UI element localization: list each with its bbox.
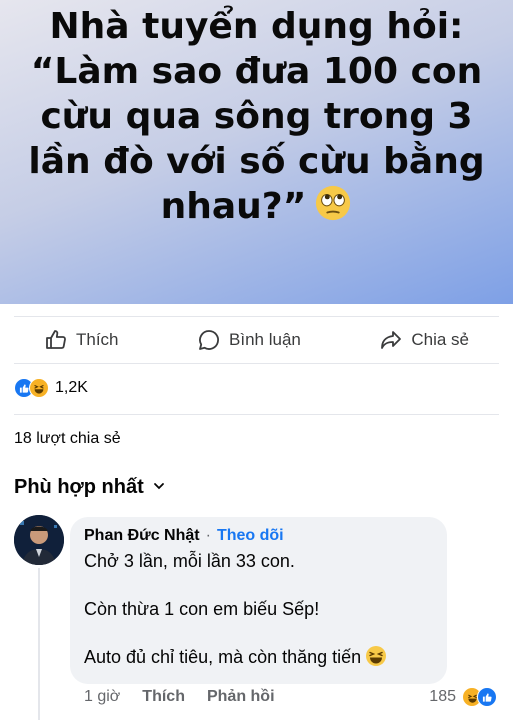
reaction-icons [14,378,49,398]
post-action-bar: Thích Bình luận Chia sẻ [14,316,499,364]
comment-button[interactable]: Bình luận [197,328,301,352]
like-reaction-icon [477,687,497,707]
comment-header: Phan Đức Nhật · Theo dõi [84,527,433,545]
like-button[interactable]: Thích [44,328,119,352]
comment-time: 1 giờ [84,688,121,705]
banner-line: lần đò với số cừu bằng [28,141,485,182]
share-count[interactable]: 18 lượt chia sẻ [14,430,121,448]
sort-label: Phù hợp nhất [14,476,144,498]
comment-like-button[interactable]: Thích [142,688,185,706]
follow-button[interactable]: Theo dõi [217,527,284,545]
banner-text: Nhà tuyển dụng hỏi: “Làm sao đưa 100 con… [0,4,513,233]
rolling-eyes-emoji-icon [314,184,352,233]
comment-reaction-icons [462,687,497,707]
thread-line [38,568,40,720]
post-banner: Nhà tuyển dụng hỏi: “Làm sao đưa 100 con… [0,0,513,304]
section-divider [14,414,499,415]
chevron-down-icon [152,476,166,499]
banner-line: Nhà tuyển dụng hỏi: [49,6,464,47]
laughing-emoji-icon [365,645,387,673]
avatar[interactable] [14,515,64,565]
banner-line: cừu qua sông trong 3 [40,96,473,137]
comment-label: Bình luận [229,330,301,349]
share-arrow-icon [379,328,403,352]
comment-reaction-count: 185 [429,688,456,705]
share-label: Chia sẻ [411,330,469,349]
comment-text-line: Chở 3 lần, mỗi lần 33 con. [84,551,295,571]
like-label: Thích [76,330,119,349]
comment-meta: 1 giờ Thích Phản hồi [84,688,275,706]
comment-text-line: Còn thừa 1 con em biếu Sếp! [84,599,320,619]
comment-bubble: Phan Đức Nhật · Theo dõi Chở 3 lần, mỗi … [70,517,447,684]
share-button[interactable]: Chia sẻ [379,328,469,352]
separator-dot: · [205,527,211,544]
thumbs-up-icon [44,328,68,352]
comment-text-line-last: Auto đủ chỉ tiêu, mà còn thăng tiến [84,645,433,673]
banner-line: “Làm sao đưa 100 con [30,51,483,92]
comment-bubble-icon [197,328,221,352]
comment-reactions[interactable]: 185 [429,687,497,707]
reaction-count: 1,2K [55,379,88,396]
comment-author[interactable]: Phan Đức Nhật [84,527,200,545]
comment-reply-button[interactable]: Phản hồi [207,688,275,706]
comment-sort-dropdown[interactable]: Phù hợp nhất [14,476,166,499]
haha-reaction-icon [29,378,49,398]
banner-line-text: nhau?” [160,186,307,227]
banner-line-last: nhau?” [0,184,513,233]
reactions-summary[interactable]: 1,2K [14,378,88,398]
comment-text: Auto đủ chỉ tiêu, mà còn thăng tiến [84,647,362,667]
